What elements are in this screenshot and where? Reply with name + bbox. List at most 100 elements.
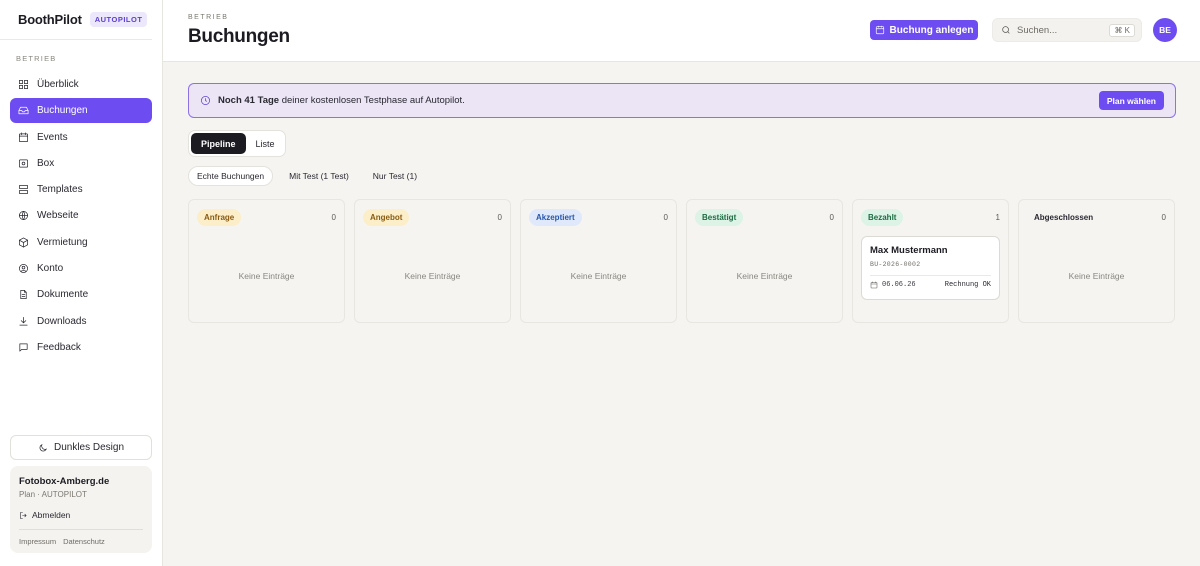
card-footer: 06.06.26 Rechnung OK (870, 281, 991, 289)
dark-mode-label: Dunkles Design (53, 442, 125, 453)
trial-banner: Noch 41 Tage deiner kostenlosen Testphas… (188, 83, 1176, 118)
sidebar-item-webseite[interactable]: Webseite (10, 203, 152, 228)
view-toggle: Pipeline Liste (188, 130, 286, 157)
logout-label: Abmelden (32, 510, 71, 520)
package-icon (19, 237, 28, 248)
sidebar-item-label: Feedback (37, 341, 81, 353)
search-shortcut: ⌘ K (1109, 23, 1135, 37)
column-header: Anfrage 0 (189, 200, 344, 226)
box-icon (19, 159, 28, 168)
clock-icon (201, 96, 210, 105)
sidebar-item-label: Dokumente (37, 289, 89, 301)
moon-icon (39, 443, 47, 451)
layout-icon (19, 185, 28, 195)
avatar[interactable]: BE (1153, 18, 1177, 42)
column-bezahlt: Bezahlt 1 Max Mustermann BU-2026-0002 06… (852, 199, 1009, 323)
column-anfrage: Anfrage 0 Keine Einträge (188, 199, 345, 323)
grid-icon (19, 80, 28, 89)
booking-date-text: 06.06.26 (882, 281, 916, 289)
column-header: Angebot 0 (355, 200, 510, 226)
booking-filters: Echte Buchungen Mit Test (1 Test) Nur Te… (188, 166, 425, 186)
stage-badge: Bezahlt (861, 208, 904, 226)
sidebar-section-label: BETRIEB (16, 54, 57, 63)
sidebar-item-label: Überblick (37, 79, 79, 90)
filter-only-test[interactable]: Nur Test (1) (365, 166, 425, 186)
brand[interactable]: BoothPilot AUTOPILOT (0, 0, 152, 40)
app-root: BoothPilot AUTOPILOT BETRIEB Überblick B… (0, 0, 1200, 566)
inbox-icon (18, 107, 29, 115)
empty-state: Keine Einträge (404, 271, 461, 281)
column-header: Abgeschlossen 0 (1019, 200, 1174, 226)
pipeline-board: Anfrage 0 Keine Einträge Angebot 0 Keine… (188, 199, 1175, 323)
sidebar-nav: Überblick Buchungen Events Box Templates… (0, 72, 162, 360)
sidebar-item-label: Downloads (37, 315, 87, 327)
sidebar-item-label: Buchungen (37, 105, 88, 117)
booking-date: 06.06.26 (870, 281, 916, 289)
search-box: ⌘ K (992, 18, 1142, 42)
account-name: Fotobox-Amberg.de (19, 476, 110, 487)
sidebar-item-dokumente[interactable]: Dokumente (10, 282, 152, 307)
sidebar-item-ueberblick[interactable]: Überblick (10, 72, 152, 97)
column-header: Bestätigt 0 (687, 200, 842, 226)
card-divider (870, 275, 991, 276)
sidebar-item-konto[interactable]: Konto (10, 256, 152, 281)
datenschutz-link[interactable]: Datenschutz (63, 537, 105, 546)
sidebar-item-label: Events (37, 131, 68, 143)
booking-card[interactable]: Max Mustermann BU-2026-0002 06.06.26 Rec… (861, 236, 1000, 300)
page-title: Buchungen (188, 26, 290, 47)
sidebar-item-box[interactable]: Box (10, 151, 152, 176)
column-abgeschlossen: Abgeschlossen 0 Keine Einträge (1018, 199, 1175, 323)
stage-badge: Akzeptiert (529, 208, 582, 226)
search-input[interactable] (1017, 24, 1107, 36)
dark-mode-button[interactable]: Dunkles Design (10, 435, 152, 460)
account-divider (19, 529, 143, 530)
sidebar-item-label: Konto (37, 263, 64, 275)
trial-text: Noch 41 Tage deiner kostenlosen Testphas… (218, 95, 465, 106)
sidebar-item-downloads[interactable]: Downloads (10, 309, 152, 334)
plan-badge: AUTOPILOT (89, 12, 148, 27)
document-icon (20, 290, 27, 300)
account-panel: Fotobox-Amberg.de Plan · AUTOPILOT Abmel… (10, 466, 152, 553)
choose-plan-button[interactable]: Plan wählen (1098, 91, 1164, 110)
column-header: Akzeptiert 0 (521, 200, 676, 226)
create-booking-button[interactable]: Buchung anlegen (870, 20, 978, 40)
filter-with-test[interactable]: Mit Test (1 Test) (281, 166, 357, 186)
tab-pipeline[interactable]: Pipeline (191, 133, 246, 154)
booking-customer-name: Max Mustermann (870, 245, 948, 256)
sidebar-item-label: Templates (37, 184, 83, 196)
user-circle-icon (19, 264, 28, 274)
message-icon (19, 343, 28, 352)
impressum-link[interactable]: Impressum (19, 537, 56, 546)
sidebar-item-buchungen[interactable]: Buchungen (10, 98, 152, 124)
column-count: 0 (1161, 212, 1166, 222)
booking-invoice-status: Rechnung OK (944, 281, 991, 289)
sidebar-item-vermietung[interactable]: Vermietung (10, 230, 152, 255)
breadcrumb: BETRIEB (188, 14, 229, 21)
stage-badge: Abgeschlossen (1027, 208, 1101, 226)
brand-name: BoothPilot (18, 12, 82, 27)
legal-links: Impressum Datenschutz (19, 537, 143, 546)
search-icon (1002, 26, 1010, 34)
sidebar-item-feedback[interactable]: Feedback (10, 335, 152, 360)
stage-badge: Anfrage (197, 208, 242, 226)
sidebar-item-templates[interactable]: Templates (10, 177, 152, 202)
logout-icon (20, 511, 27, 519)
empty-state: Keine Einträge (238, 271, 295, 281)
column-bestaetigt: Bestätigt 0 Keine Einträge (686, 199, 843, 323)
filter-real-bookings[interactable]: Echte Buchungen (188, 166, 274, 186)
trial-message: deiner kostenlosen Testphase auf Autopil… (279, 95, 465, 106)
empty-state: Keine Einträge (1068, 271, 1125, 281)
sidebar-item-events[interactable]: Events (10, 125, 152, 150)
download-icon (19, 316, 28, 326)
column-angebot: Angebot 0 Keine Einträge (354, 199, 511, 323)
booking-number: BU-2026-0002 (870, 261, 921, 268)
tab-liste[interactable]: Liste (246, 133, 285, 154)
empty-state: Keine Einträge (570, 271, 627, 281)
empty-state: Keine Einträge (736, 271, 793, 281)
calendar-icon (19, 132, 28, 142)
calendar-plus-icon (875, 25, 884, 35)
topbar: BETRIEB Buchungen Buchung anlegen ⌘ K BE (163, 0, 1200, 62)
stage-badge: Bestätigt (695, 208, 744, 226)
logout-button[interactable]: Abmelden (19, 510, 143, 520)
account-plan: Plan · AUTOPILOT (19, 490, 87, 499)
